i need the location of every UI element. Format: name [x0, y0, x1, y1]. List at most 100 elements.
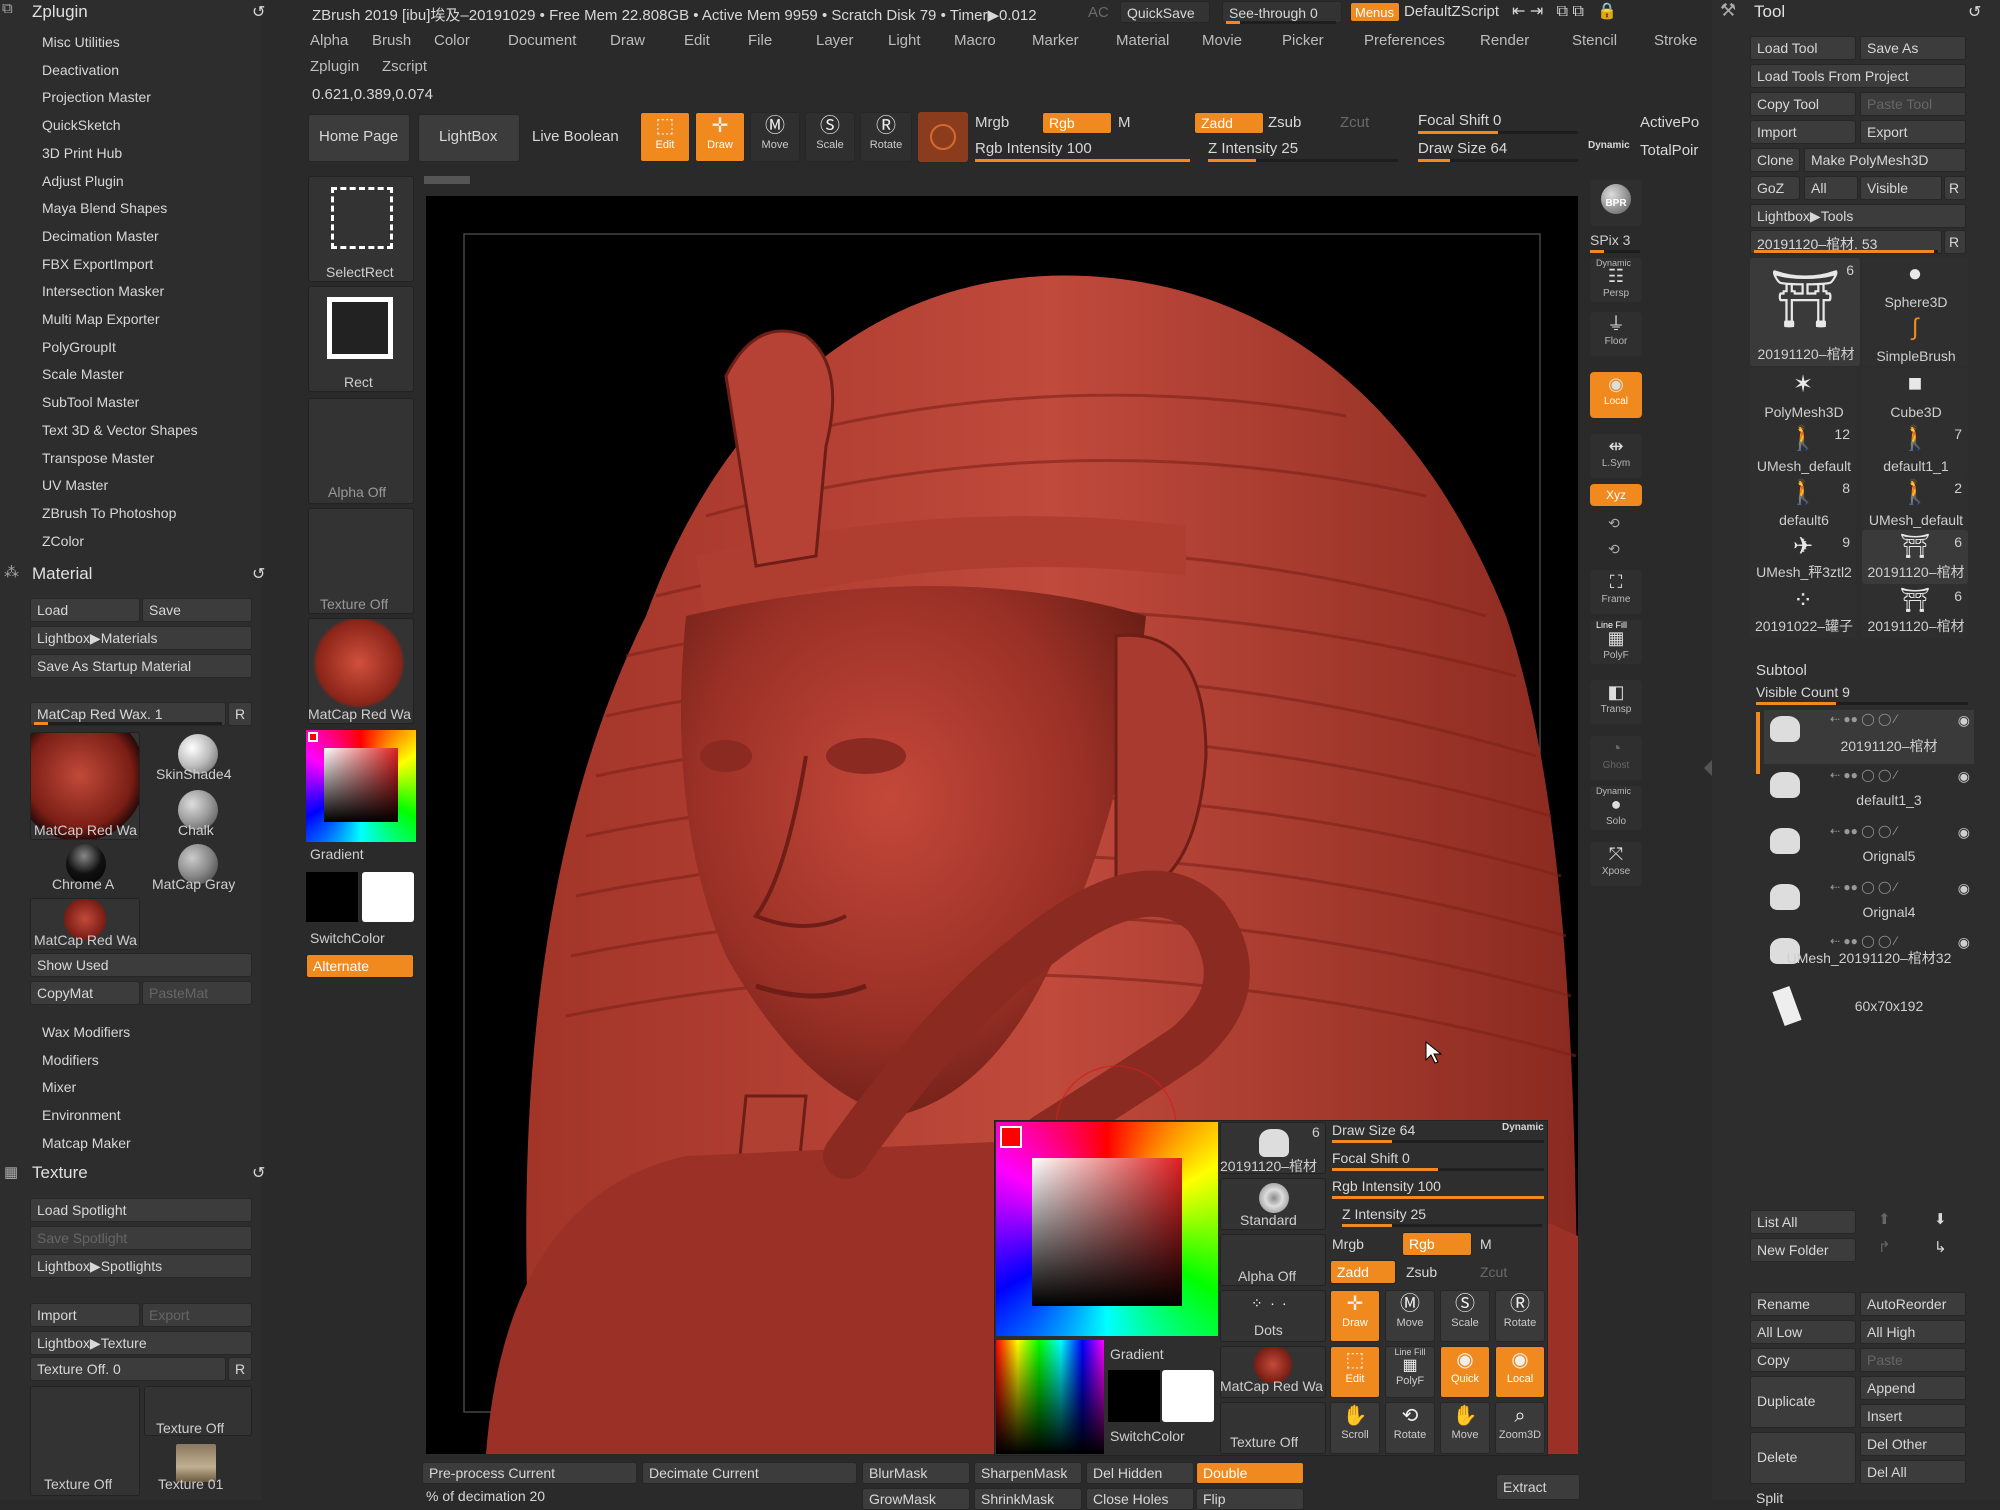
- mrgb-toggle[interactable]: Mrgb: [975, 114, 1009, 131]
- paste-tool-button[interactable]: Paste Tool: [1860, 92, 1966, 116]
- visible-count-slider[interactable]: Visible Count 9: [1756, 684, 1850, 700]
- popup-dynamic-toggle[interactable]: Dynamic: [1502, 1122, 1544, 1133]
- subtool-toggles-icon[interactable]: ⇠ ●● ◯ ◯ ⁄: [1830, 824, 1897, 838]
- copy-tool-button[interactable]: Copy Tool: [1750, 92, 1856, 116]
- texture-export-button[interactable]: Export: [142, 1303, 252, 1327]
- clone-button[interactable]: Clone: [1750, 148, 1800, 172]
- subtool-move-down-icon[interactable]: ↳: [1934, 1238, 1947, 1256]
- texture-r-button[interactable]: R: [228, 1357, 252, 1381]
- zplugin-item[interactable]: Multi Map Exporter: [42, 311, 159, 327]
- tool-thumb[interactable]: ⛩ 6 20191120–棺材: [1750, 258, 1860, 366]
- bpr-button[interactable]: BPR: [1590, 180, 1642, 226]
- subtool-row[interactable]: ◉ ⇠ ●● ◯ ◯ ⁄ default1_3: [1764, 766, 1974, 820]
- popup-zint-slider[interactable]: Z Intensity 25: [1342, 1206, 1426, 1222]
- tool-thumb[interactable]: 🚶 8 default6: [1750, 476, 1856, 530]
- material-subpanel-item[interactable]: Mixer: [42, 1079, 76, 1095]
- live-boolean-button[interactable]: Live Boolean: [532, 128, 619, 145]
- goz-visible-button[interactable]: Visible: [1860, 176, 1942, 200]
- texture-refresh-icon[interactable]: ↺: [252, 1163, 265, 1183]
- menu-file[interactable]: File: [748, 32, 772, 49]
- subtool-row[interactable]: ◉ ⇠ ●● ◯ ◯ ⁄ Orignal5: [1764, 822, 1974, 876]
- subtool-visibility-eye-icon[interactable]: ◉: [1958, 824, 1970, 841]
- lightbox-spotlights-button[interactable]: Lightbox▶Spotlights: [30, 1254, 252, 1278]
- insert-button[interactable]: Insert: [1860, 1404, 1966, 1428]
- subtool-toggles-icon[interactable]: ⇠ ●● ◯ ◯ ⁄: [1830, 934, 1897, 948]
- rename-button[interactable]: Rename: [1750, 1292, 1856, 1316]
- close-holes-button[interactable]: Close Holes: [1086, 1488, 1194, 1510]
- copymat-button[interactable]: CopyMat: [30, 981, 140, 1005]
- growmask-button[interactable]: GrowMask: [862, 1488, 970, 1510]
- tool-thumb[interactable]: ⛩ 6 20191120–棺材: [1862, 530, 1968, 584]
- preprocess-current-button[interactable]: Pre-process Current: [422, 1462, 637, 1484]
- zplugin-item[interactable]: Text 3D & Vector Shapes: [42, 422, 198, 438]
- material-swatch-button[interactable]: [918, 112, 968, 162]
- draw-size-slider[interactable]: Draw Size 64: [1418, 140, 1507, 157]
- zplugin-item[interactable]: Decimation Master: [42, 228, 159, 244]
- blurmask-button[interactable]: BlurMask: [862, 1462, 970, 1484]
- menu-zscript[interactable]: Zscript: [382, 58, 427, 75]
- home-page-button[interactable]: Home Page: [308, 114, 410, 162]
- primary-color-swatch[interactable]: [362, 872, 414, 922]
- color-picker-small[interactable]: [306, 730, 416, 842]
- del-hidden-button[interactable]: Del Hidden: [1086, 1462, 1194, 1484]
- popup-spectrum[interactable]: [996, 1340, 1104, 1454]
- lightbox-button[interactable]: LightBox: [418, 114, 520, 162]
- material-subpanel-item[interactable]: Modifiers: [42, 1052, 99, 1068]
- material-title[interactable]: Material: [32, 564, 92, 584]
- lightbox-tools-button[interactable]: Lightbox▶Tools: [1750, 204, 1966, 228]
- append-button[interactable]: Append: [1860, 1376, 1966, 1400]
- all-high-button[interactable]: All High: [1860, 1320, 1966, 1344]
- xyz-button[interactable]: Xyz: [1590, 484, 1642, 506]
- popup-mrgb-toggle[interactable]: Mrgb: [1332, 1236, 1364, 1252]
- zcut-toggle[interactable]: Zcut: [1340, 114, 1369, 131]
- popup-primary-swatch[interactable]: [1162, 1370, 1214, 1422]
- xpose-button[interactable]: ⤧ Xpose: [1590, 842, 1642, 886]
- tool-thumb[interactable]: ■ Cube3D: [1862, 368, 1968, 422]
- spix-slider[interactable]: SPix 3: [1590, 232, 1630, 248]
- double-button[interactable]: Double: [1196, 1462, 1304, 1484]
- subtool-toggles-icon[interactable]: ⇠ ●● ◯ ◯ ⁄: [1830, 768, 1897, 782]
- tool-thumb[interactable]: 🚶 7 default1_1: [1862, 422, 1968, 476]
- popup-zcut-toggle[interactable]: Zcut: [1480, 1264, 1507, 1280]
- subtool-row[interactable]: 60x70x192: [1764, 986, 1974, 1042]
- tool-thumb[interactable]: ⁘ 20191022–罐子: [1750, 584, 1856, 638]
- tool-export-button[interactable]: Export: [1860, 120, 1966, 144]
- goz-r-button[interactable]: R: [1944, 176, 1966, 200]
- zplugin-item[interactable]: Transpose Master: [42, 450, 154, 466]
- shelf-arrows-icon[interactable]: ⇤ ⇥ ⧉ ⧉ 🔒: [1512, 1, 1617, 21]
- menu-light[interactable]: Light: [888, 32, 921, 49]
- tool-saveas-button[interactable]: Save As: [1860, 36, 1966, 60]
- secondary-color-swatch[interactable]: [306, 872, 358, 922]
- goz-all-button[interactable]: All: [1804, 176, 1858, 200]
- popup-quick-button[interactable]: ◉ Quick: [1440, 1346, 1490, 1398]
- popup-focal-slider[interactable]: Focal Shift 0: [1332, 1150, 1410, 1166]
- popup-scroll-button[interactable]: ✋ Scroll: [1330, 1402, 1380, 1454]
- zplugin-item[interactable]: 3D Print Hub: [42, 145, 122, 161]
- subtool-toggles-icon[interactable]: ⇠ ●● ◯ ◯ ⁄: [1830, 712, 1897, 726]
- subtool-up-arrow-icon[interactable]: ⬆: [1878, 1210, 1891, 1228]
- flip-button[interactable]: Flip: [1196, 1488, 1304, 1510]
- decimation-percent-slider[interactable]: % of decimation 20: [426, 1488, 545, 1504]
- decimate-current-button[interactable]: Decimate Current: [642, 1462, 857, 1484]
- menu-material[interactable]: Material: [1116, 32, 1169, 49]
- show-used-button[interactable]: Show Used: [30, 953, 252, 977]
- menu-edit[interactable]: Edit: [684, 32, 710, 49]
- subtool-move-up-icon[interactable]: ↱: [1878, 1238, 1891, 1256]
- menu-document[interactable]: Document: [508, 32, 576, 49]
- subtool-row[interactable]: ◉ ⇠ ●● ◯ ◯ ⁄ UMesh_20191120–棺材32: [1764, 932, 1974, 986]
- ghost-button[interactable]: ◔ Ghost: [1590, 736, 1642, 780]
- alternate-button[interactable]: Alternate: [306, 954, 414, 978]
- subtool-copy-button[interactable]: Copy: [1750, 1348, 1856, 1372]
- subtool-paste-button[interactable]: Paste: [1860, 1348, 1966, 1372]
- popup-scale-button[interactable]: Ⓢ Scale: [1440, 1290, 1490, 1342]
- material-r-button[interactable]: R: [228, 702, 252, 726]
- zplugin-item[interactable]: FBX ExportImport: [42, 256, 153, 272]
- material-save-button[interactable]: Save: [142, 598, 252, 622]
- frame-button[interactable]: ⛶ Frame: [1590, 570, 1642, 614]
- seethrough-slider[interactable]: See-through 0: [1222, 1, 1342, 23]
- zplugin-item[interactable]: ZColor: [42, 533, 84, 549]
- autoreorder-button[interactable]: AutoReorder: [1860, 1292, 1966, 1316]
- popup-zadd-toggle[interactable]: Zadd: [1330, 1260, 1396, 1284]
- menu-draw[interactable]: Draw: [610, 32, 645, 49]
- tool-thumb[interactable]: ⛩ 6 20191120–棺材: [1862, 584, 1968, 638]
